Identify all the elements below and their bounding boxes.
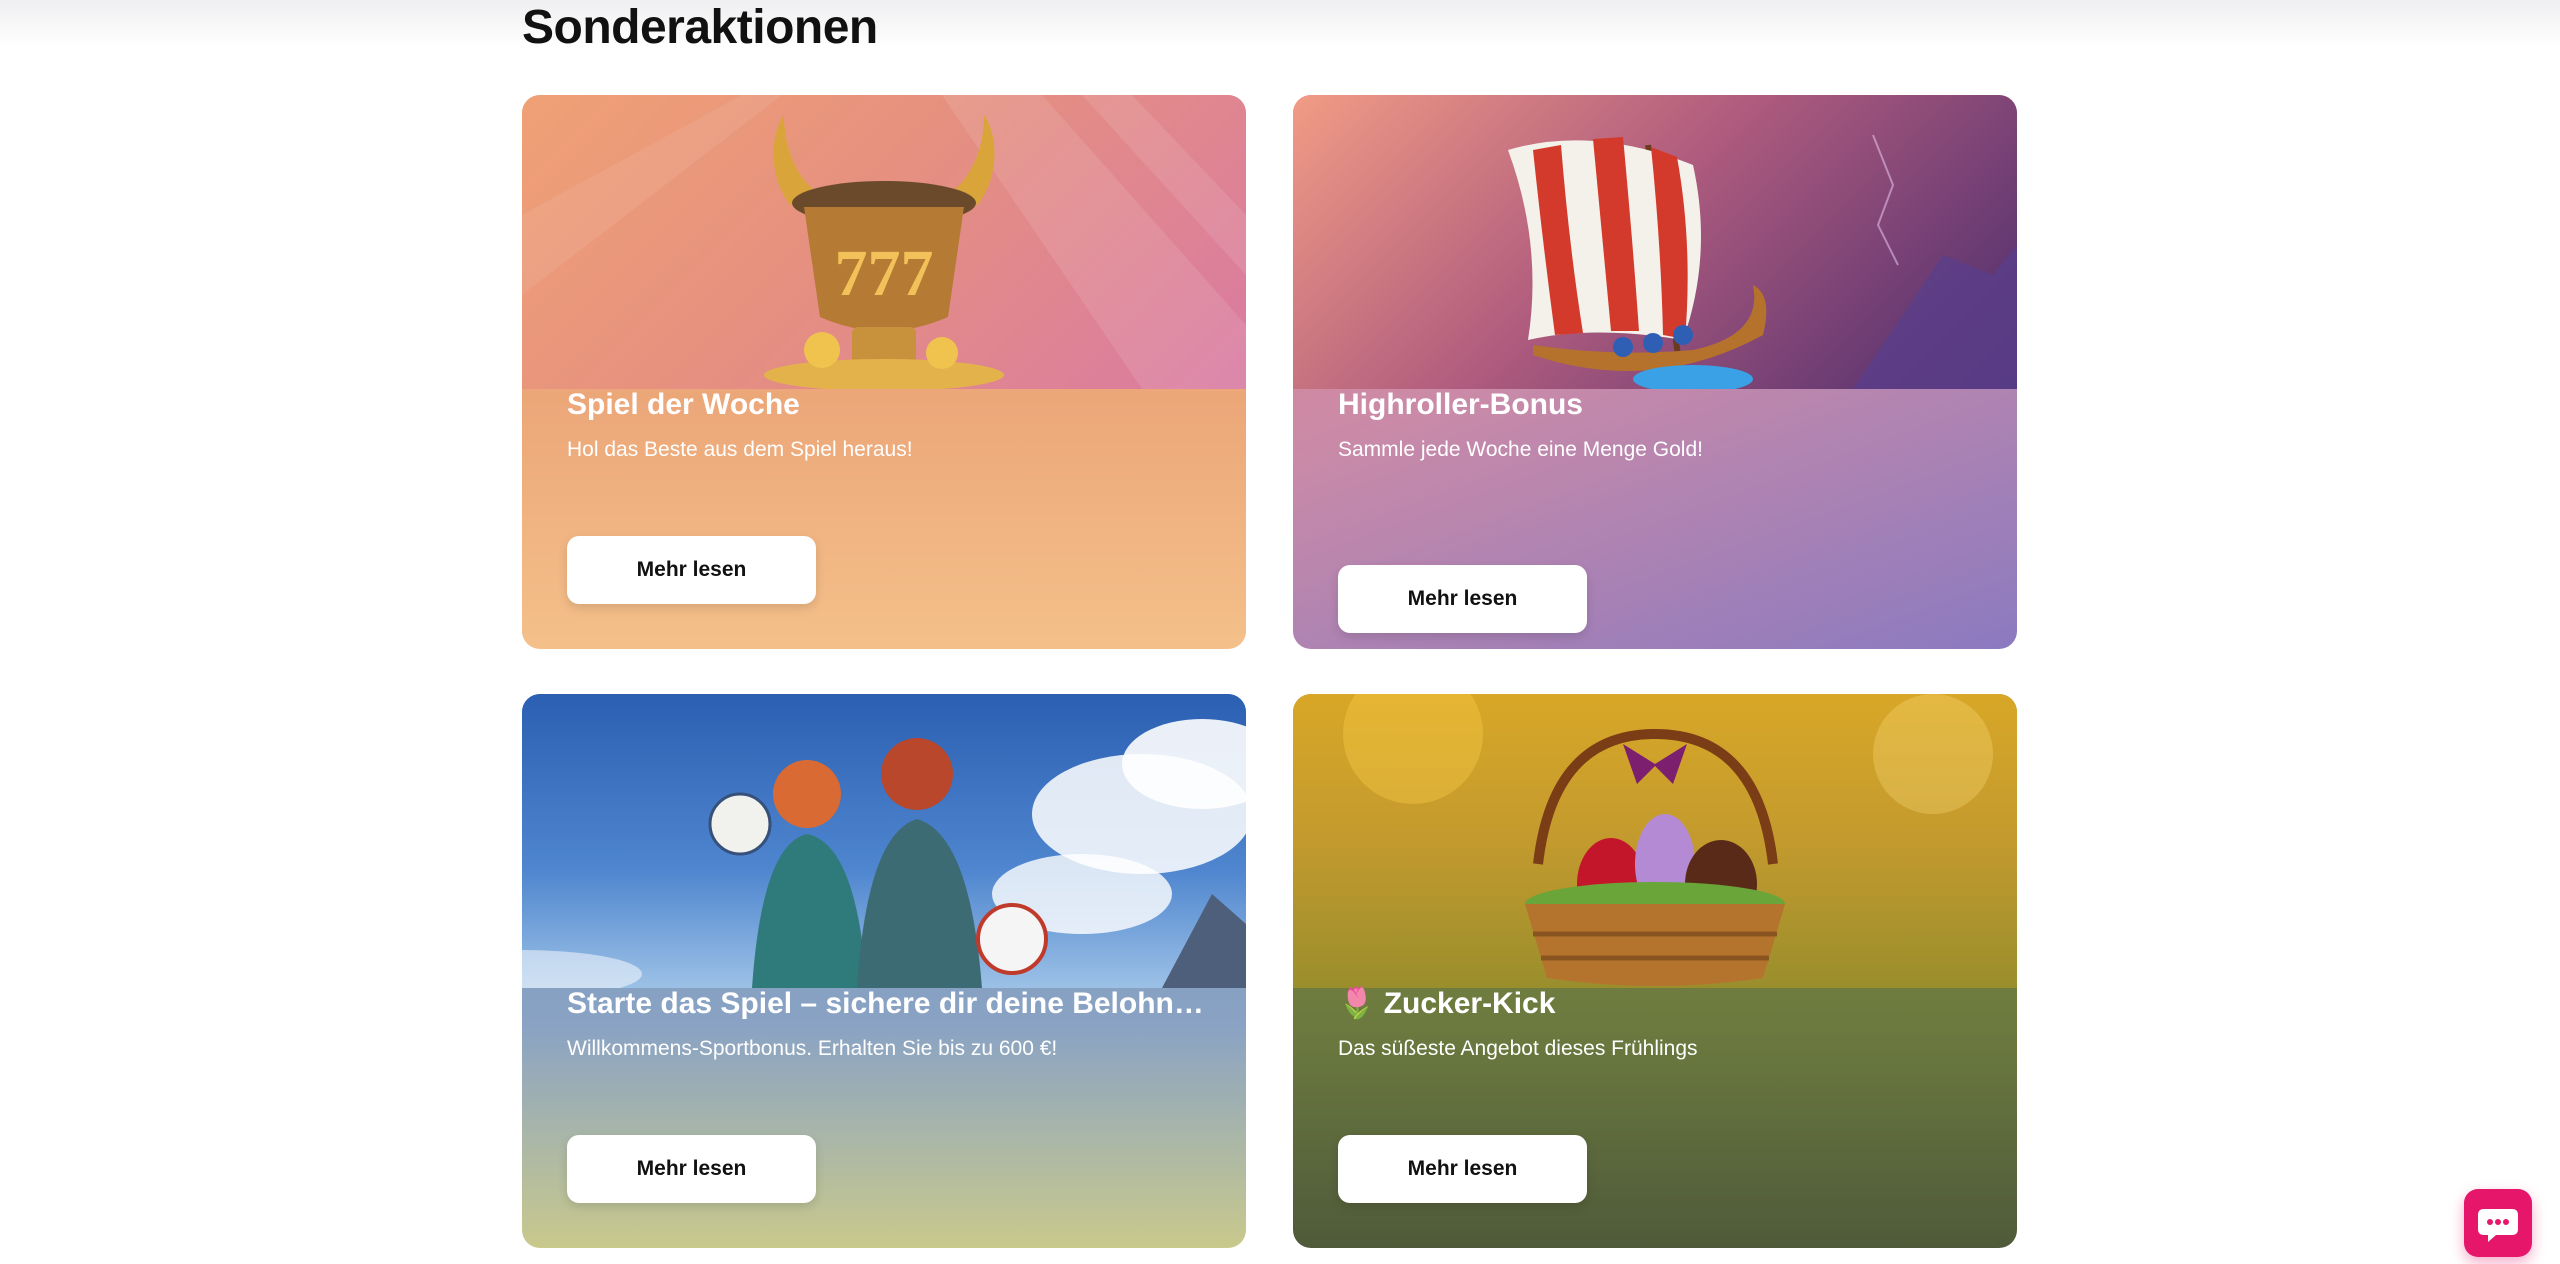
read-more-button[interactable]: Mehr lesen <box>1338 565 1587 633</box>
top-shadow <box>0 0 2560 48</box>
promo-card-zucker-kick[interactable]: 🌷 Zucker-Kick Das süßeste Angebot dieses… <box>1293 694 2017 1248</box>
card-content: Starte das Spiel – sichere dir deine Bel… <box>567 984 1207 1064</box>
card-subtitle: Das süßeste Angebot dieses Frühlings <box>1338 1037 1698 1060</box>
card-subtitle: Hol das Beste aus dem Spiel heraus! <box>567 438 913 461</box>
card-subtitle: Willkommens-Sportbonus. Erhalten Sie bis… <box>567 1037 1058 1060</box>
read-more-button[interactable]: Mehr lesen <box>567 536 816 604</box>
card-title: Spiel der Woche <box>567 388 800 421</box>
svg-text:777: 777 <box>835 237 934 310</box>
card-subtitle: Sammle jede Woche eine Menge Gold! <box>1338 438 1703 461</box>
card-content: Highroller-Bonus Sammle jede Woche eine … <box>1338 385 1978 465</box>
promo-card-sportbonus[interactable]: Starte das Spiel – sichere dir deine Bel… <box>522 694 1246 1248</box>
chat-bubble-icon <box>2478 1209 2518 1242</box>
read-more-button[interactable]: Mehr lesen <box>567 1135 816 1203</box>
card-title: Highroller-Bonus <box>1338 388 1583 421</box>
promo-card-spiel-der-woche[interactable]: 777 Spiel der Woche Hol das Beste aus de… <box>522 95 1246 649</box>
read-more-button[interactable]: Mehr lesen <box>1338 1135 1587 1203</box>
card-content: 🌷 Zucker-Kick Das süßeste Angebot dieses… <box>1338 984 1978 1064</box>
athletes-illustration <box>522 694 1246 988</box>
golden-trophy-illustration: 777 <box>522 95 1246 389</box>
card-content: Spiel der Woche Hol das Beste aus dem Sp… <box>567 385 1207 465</box>
card-title: Starte das Spiel – sichere dir deine Bel… <box>567 987 1207 1020</box>
easter-basket-illustration <box>1293 694 2017 988</box>
promo-card-highroller-bonus[interactable]: Highroller-Bonus Sammle jede Woche eine … <box>1293 95 2017 649</box>
page-title: Sonderaktionen <box>522 1 878 54</box>
chat-button[interactable] <box>2464 1189 2532 1257</box>
card-title: 🌷 Zucker-Kick <box>1338 987 1556 1020</box>
viking-ship-illustration <box>1293 95 2017 389</box>
